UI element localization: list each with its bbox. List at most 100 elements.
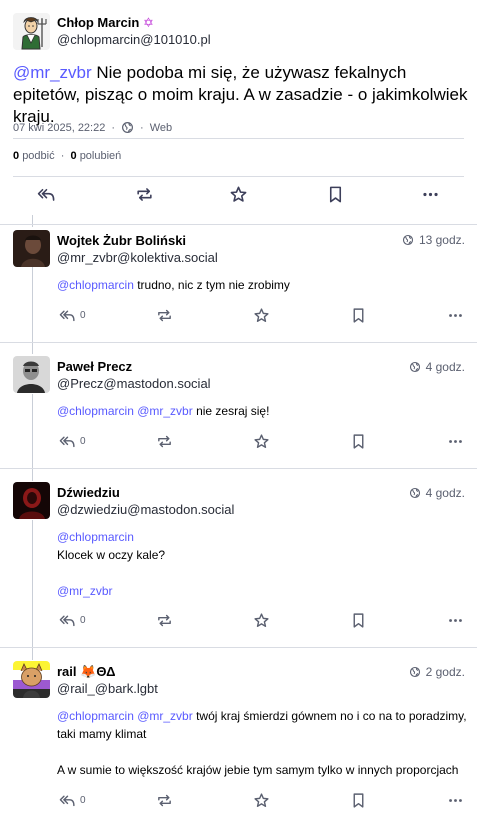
author-name[interactable]: Dźwiedziu — [57, 485, 120, 500]
author-name-text: Chłop Marcin — [57, 15, 140, 30]
reply-count: 0 — [80, 436, 86, 447]
bookmark-button[interactable] — [350, 307, 367, 324]
status-time[interactable]: 13 godz. — [402, 233, 465, 247]
bookmark-button[interactable] — [326, 185, 345, 204]
relative-time: 4 godz. — [425, 360, 465, 374]
status-client: Web — [149, 121, 173, 134]
avatar[interactable] — [13, 482, 50, 519]
more-icon — [447, 307, 464, 324]
favourite-button[interactable] — [253, 307, 270, 324]
avatar[interactable] — [13, 230, 50, 267]
avatar-image — [13, 13, 50, 50]
boost-button[interactable] — [135, 185, 154, 204]
avatar[interactable] — [13, 13, 50, 50]
mention-link[interactable]: @mr_zvbr — [57, 582, 467, 600]
reply-all-icon — [59, 307, 76, 324]
reply-count: 0 — [80, 310, 86, 321]
author-name[interactable]: Chłop Marcin ✡ — [57, 15, 154, 31]
author-name[interactable]: Paweł Precz — [57, 359, 132, 374]
reply-button[interactable]: 0 — [59, 612, 86, 629]
boost-button[interactable] — [156, 612, 173, 629]
bookmark-icon — [350, 792, 367, 809]
bookmark-icon — [350, 307, 367, 324]
author-badge: ✡ — [142, 15, 154, 30]
boost-button[interactable] — [156, 433, 173, 450]
author-badge: 🦊ΘΔ — [80, 664, 116, 679]
avatar-image — [13, 230, 50, 267]
reply-button[interactable]: 0 — [59, 307, 86, 324]
author-name[interactable]: Wojtek Żubr Boliński — [57, 233, 186, 248]
bookmark-button[interactable] — [350, 433, 367, 450]
more-button[interactable] — [421, 185, 440, 204]
status-date[interactable]: 07 kwi 2025, 22:22 — [13, 122, 105, 134]
boost-button[interactable] — [156, 307, 173, 324]
reply-status: Wojtek Żubr Boliński @mr_zvbr@kolektiva.… — [0, 226, 477, 343]
reply-count: 0 — [80, 615, 86, 626]
bookmark-icon — [326, 185, 345, 204]
meta-separator: · — [140, 121, 144, 134]
divider — [13, 176, 464, 177]
mention-link[interactable]: @chlopmarcin — [57, 528, 467, 546]
more-button[interactable] — [447, 307, 464, 324]
reply-status: Dźwiedziu @dzwiedziu@mastodon.social 4 g… — [0, 470, 477, 648]
status-text: Klocek w oczy kale? — [57, 548, 166, 562]
status-time[interactable]: 2 godz. — [409, 665, 465, 679]
avatar-image — [13, 356, 50, 393]
avatar[interactable] — [13, 661, 50, 698]
status-meta: 07 kwi 2025, 22:22 · · Web — [13, 121, 172, 134]
more-icon — [447, 612, 464, 629]
reply-button[interactable]: 0 — [59, 792, 86, 809]
favourite-button[interactable] — [253, 433, 270, 450]
mention-link[interactable]: @mr_zvbr — [13, 63, 92, 82]
boost-icon — [156, 433, 173, 450]
avatar-image — [13, 482, 50, 519]
favourite-button[interactable] — [253, 612, 270, 629]
status-content: @chlopmarcin trudno, nic z tym nie zrobi… — [57, 276, 467, 294]
boost-icon — [135, 185, 154, 204]
author-name[interactable]: rail 🦊ΘΔ — [57, 664, 115, 680]
author-handle[interactable]: @dzwiedziu@mastodon.social — [57, 502, 234, 517]
author-handle[interactable]: @rail_@bark.lgbt — [57, 681, 158, 696]
mention-link[interactable]: @chlopmarcin @mr_zvbr — [57, 709, 193, 723]
author-name-text: rail — [57, 664, 77, 679]
favourite-button[interactable] — [253, 792, 270, 809]
bookmark-icon — [350, 612, 367, 629]
avatar[interactable] — [13, 356, 50, 393]
bookmark-button[interactable] — [350, 612, 367, 629]
mention-link[interactable]: @chlopmarcin @mr_zvbr — [57, 404, 193, 418]
main-status: Chłop Marcin ✡ @chlopmarcin@101010.pl @m… — [0, 0, 477, 225]
boost-icon — [156, 612, 173, 629]
reply-all-icon — [59, 612, 76, 629]
favourites-count[interactable]: 0 polubień — [71, 150, 122, 162]
favourite-button[interactable] — [229, 185, 248, 204]
boosts-count[interactable]: 0 podbić — [13, 150, 55, 162]
status-text: trudno, nic z tym nie zrobimy — [133, 278, 290, 292]
reply-button[interactable] — [37, 185, 56, 204]
author-handle[interactable]: @mr_zvbr@kolektiva.social — [57, 250, 218, 265]
status-content: @chlopmarcin Klocek w oczy kale? @mr_zvb… — [57, 528, 467, 600]
status-content: @chlopmarcin @mr_zvbr nie zesraj się! — [57, 402, 467, 420]
status-content: @mr_zvbr Nie podoba mi się, że używasz f… — [13, 62, 468, 128]
author-handle[interactable]: @chlopmarcin@101010.pl — [57, 32, 211, 47]
star-icon — [253, 307, 270, 324]
more-button[interactable] — [447, 792, 464, 809]
star-icon — [253, 792, 270, 809]
reply-all-icon — [59, 433, 76, 450]
boost-button[interactable] — [156, 792, 173, 809]
relative-time: 4 godz. — [425, 486, 465, 500]
status-time[interactable]: 4 godz. — [409, 360, 465, 374]
more-button[interactable] — [447, 612, 464, 629]
more-button[interactable] — [447, 433, 464, 450]
author-handle[interactable]: @Precz@mastodon.social — [57, 376, 211, 391]
bookmark-button[interactable] — [350, 792, 367, 809]
relative-time: 2 godz. — [425, 665, 465, 679]
reply-count: 0 — [80, 795, 86, 806]
star-icon — [253, 612, 270, 629]
reply-button[interactable]: 0 — [59, 433, 86, 450]
status-counts: 0 podbić · 0 polubień — [13, 150, 122, 162]
status-time[interactable]: 4 godz. — [409, 486, 465, 500]
more-icon — [447, 433, 464, 450]
reply-all-icon — [37, 185, 56, 204]
globe-icon — [402, 234, 414, 246]
mention-link[interactable]: @chlopmarcin — [57, 278, 134, 292]
